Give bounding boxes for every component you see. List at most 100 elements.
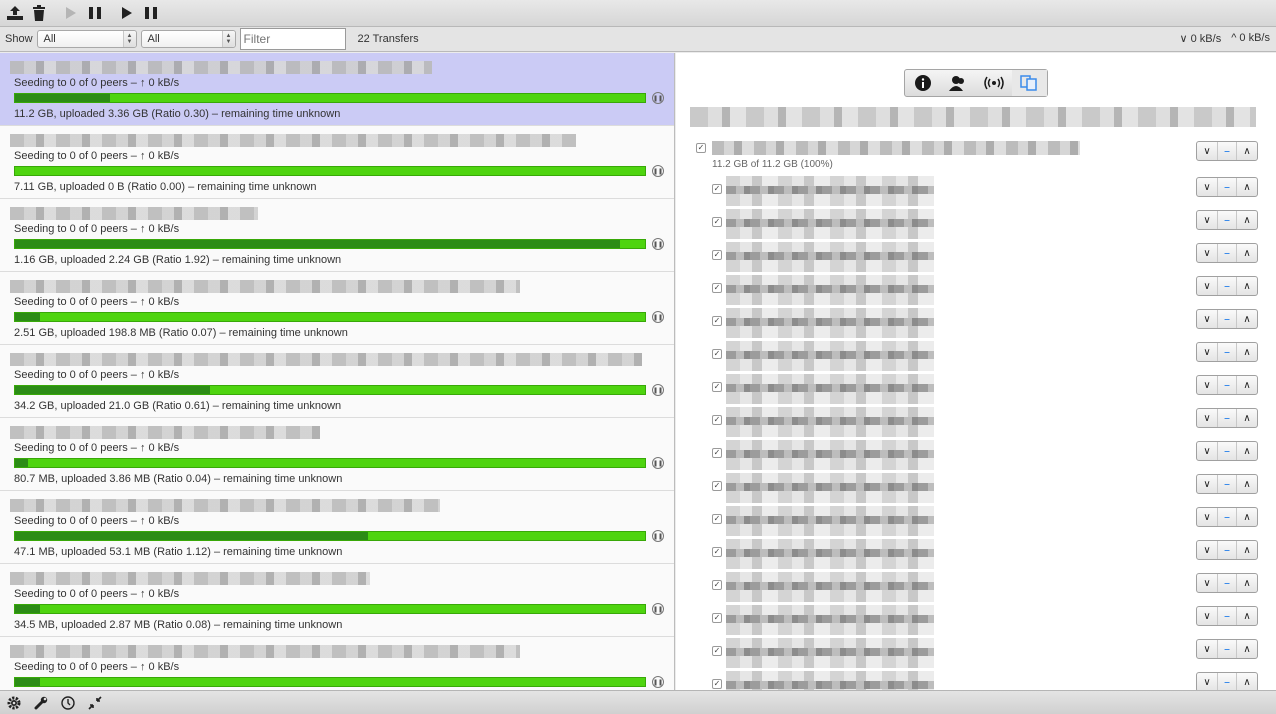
transfer-row[interactable]: Seeding to 0 of 0 peers – ↑ 0 kB/s ❚❚ 11.2… (0, 53, 674, 126)
priority-high-button[interactable]: ∧ (1237, 142, 1257, 160)
pause-transfer-button[interactable]: ❚❚ (652, 603, 664, 615)
priority-normal-button[interactable]: – (1217, 607, 1237, 625)
priority-normal-button[interactable]: – (1217, 310, 1237, 328)
file-checkbox[interactable]: ✓ (712, 547, 722, 557)
pause-transfer-button[interactable]: ❚❚ (652, 238, 664, 250)
open-torrent-button[interactable] (4, 2, 26, 24)
priority-low-button[interactable]: ∨ (1197, 277, 1217, 295)
priority-low-button[interactable]: ∨ (1197, 673, 1217, 690)
priority-high-button[interactable]: ∧ (1237, 607, 1257, 625)
file-checkbox[interactable]: ✓ (712, 283, 722, 293)
priority-low-button[interactable]: ∨ (1197, 211, 1217, 229)
priority-high-button[interactable]: ∧ (1237, 541, 1257, 559)
priority-high-button[interactable]: ∧ (1237, 277, 1257, 295)
priority-high-button[interactable]: ∧ (1237, 343, 1257, 361)
priority-low-button[interactable]: ∨ (1197, 310, 1217, 328)
status-filter-select[interactable]: All ▲ ▼ (36, 30, 137, 48)
pause-all-button[interactable] (140, 2, 162, 24)
file-row[interactable]: ✓ ∨ – ∧ (712, 306, 1258, 339)
transfer-row[interactable]: Seeding to 0 of 0 peers – ↑ 0 kB/s ❚❚ 47.1… (0, 491, 674, 564)
file-row[interactable]: ✓ ∨ – ∧ (712, 339, 1258, 372)
file-row[interactable]: ✓ ∨ – ∧ (712, 273, 1258, 306)
resume-selected-button[interactable] (60, 2, 82, 24)
priority-normal-button[interactable]: – (1217, 343, 1237, 361)
priority-normal-button[interactable]: – (1217, 211, 1237, 229)
priority-normal-button[interactable]: – (1217, 574, 1237, 592)
file-checkbox[interactable]: ✓ (712, 316, 722, 326)
resume-all-button[interactable] (116, 2, 138, 24)
pause-transfer-button[interactable]: ❚❚ (652, 530, 664, 542)
file-row[interactable]: ✓ ∨ – ∧ (712, 669, 1258, 690)
transfer-row[interactable]: Seeding to 0 of 0 peers – ↑ 0 kB/s ❚❚ 2.51… (0, 272, 674, 345)
priority-high-button[interactable]: ∧ (1237, 310, 1257, 328)
file-row[interactable]: ✓ ∨ – ∧ (712, 636, 1258, 669)
priority-low-button[interactable]: ∨ (1197, 640, 1217, 658)
transfer-row[interactable]: Seeding to 0 of 0 peers – ↑ 0 kB/s ❚❚ 1.16… (0, 199, 674, 272)
priority-high-button[interactable]: ∧ (1237, 574, 1257, 592)
file-row[interactable]: ✓ ∨ – ∧ (712, 603, 1258, 636)
priority-low-button[interactable]: ∨ (1197, 178, 1217, 196)
file-checkbox[interactable]: ✓ (712, 580, 722, 590)
transfer-list[interactable]: Seeding to 0 of 0 peers – ↑ 0 kB/s ❚❚ 11.2… (0, 53, 675, 690)
priority-high-button[interactable]: ∧ (1237, 376, 1257, 394)
transfer-row[interactable]: Seeding to 0 of 0 peers – ↑ 0 kB/s ❚❚ (0, 637, 674, 690)
tab-files[interactable] (1011, 70, 1047, 96)
pause-transfer-button[interactable]: ❚❚ (652, 311, 664, 323)
priority-normal-button[interactable]: – (1217, 442, 1237, 460)
file-row[interactable]: ✓ ∨ – ∧ (712, 240, 1258, 273)
priority-high-button[interactable]: ∧ (1237, 640, 1257, 658)
file-row[interactable]: ✓ ∨ – ∧ (712, 438, 1258, 471)
priority-low-button[interactable]: ∨ (1197, 475, 1217, 493)
priority-high-button[interactable]: ∧ (1237, 178, 1257, 196)
preferences-button[interactable] (30, 693, 52, 713)
file-checkbox[interactable]: ✓ (712, 217, 722, 227)
priority-normal-button[interactable]: – (1217, 673, 1237, 690)
transfer-row[interactable]: Seeding to 0 of 0 peers – ↑ 0 kB/s ❚❚ 7.11… (0, 126, 674, 199)
file-checkbox[interactable]: ✓ (712, 646, 722, 656)
toggle-inspector-button[interactable] (84, 693, 106, 713)
priority-low-button[interactable]: ∨ (1197, 442, 1217, 460)
priority-high-button[interactable]: ∧ (1237, 508, 1257, 526)
priority-normal-button[interactable]: – (1217, 376, 1237, 394)
priority-normal-button[interactable]: – (1217, 277, 1237, 295)
pause-transfer-button[interactable]: ❚❚ (652, 457, 664, 469)
priority-low-button[interactable]: ∨ (1197, 244, 1217, 262)
root-folder-checkbox[interactable]: ✓ (696, 143, 706, 153)
transfer-row[interactable]: Seeding to 0 of 0 peers – ↑ 0 kB/s ❚❚ 34.2… (0, 345, 674, 418)
pause-transfer-button[interactable]: ❚❚ (652, 384, 664, 396)
pause-transfer-button[interactable]: ❚❚ (652, 165, 664, 177)
priority-low-button[interactable]: ∨ (1197, 607, 1217, 625)
pause-transfer-button[interactable]: ❚❚ (652, 676, 664, 688)
pause-transfer-button[interactable]: ❚❚ (652, 92, 664, 104)
priority-low-button[interactable]: ∨ (1197, 409, 1217, 427)
file-checkbox[interactable]: ✓ (712, 382, 722, 392)
filter-input[interactable] (239, 28, 346, 50)
remove-button[interactable] (28, 2, 50, 24)
priority-low-button[interactable]: ∨ (1197, 343, 1217, 361)
tab-trackers[interactable] (976, 70, 1012, 96)
file-checkbox[interactable]: ✓ (712, 481, 722, 491)
priority-normal-button[interactable]: – (1217, 178, 1237, 196)
file-checkbox[interactable]: ✓ (712, 184, 722, 194)
priority-high-button[interactable]: ∧ (1237, 409, 1257, 427)
priority-normal-button[interactable]: – (1217, 142, 1237, 160)
file-checkbox[interactable]: ✓ (712, 514, 722, 524)
priority-low-button[interactable]: ∨ (1197, 541, 1217, 559)
priority-normal-button[interactable]: – (1217, 508, 1237, 526)
file-row[interactable]: ✓ ∨ – ∧ (712, 471, 1258, 504)
pause-selected-button[interactable] (84, 2, 106, 24)
priority-high-button[interactable]: ∧ (1237, 442, 1257, 460)
priority-high-button[interactable]: ∧ (1237, 475, 1257, 493)
priority-low-button[interactable]: ∨ (1197, 376, 1217, 394)
tab-peers[interactable] (941, 70, 977, 96)
priority-high-button[interactable]: ∧ (1237, 673, 1257, 690)
file-checkbox[interactable]: ✓ (712, 250, 722, 260)
file-row[interactable]: ✓ ∨ – ∧ (712, 504, 1258, 537)
file-row[interactable]: ✓ ∨ – ∧ (712, 174, 1258, 207)
file-checkbox[interactable]: ✓ (712, 679, 722, 689)
speed-limit-button[interactable] (57, 693, 79, 713)
transfer-row[interactable]: Seeding to 0 of 0 peers – ↑ 0 kB/s ❚❚ 80.7… (0, 418, 674, 491)
group-filter-select[interactable]: All ▲ ▼ (140, 30, 236, 48)
priority-low-button[interactable]: ∨ (1197, 142, 1217, 160)
priority-normal-button[interactable]: – (1217, 541, 1237, 559)
